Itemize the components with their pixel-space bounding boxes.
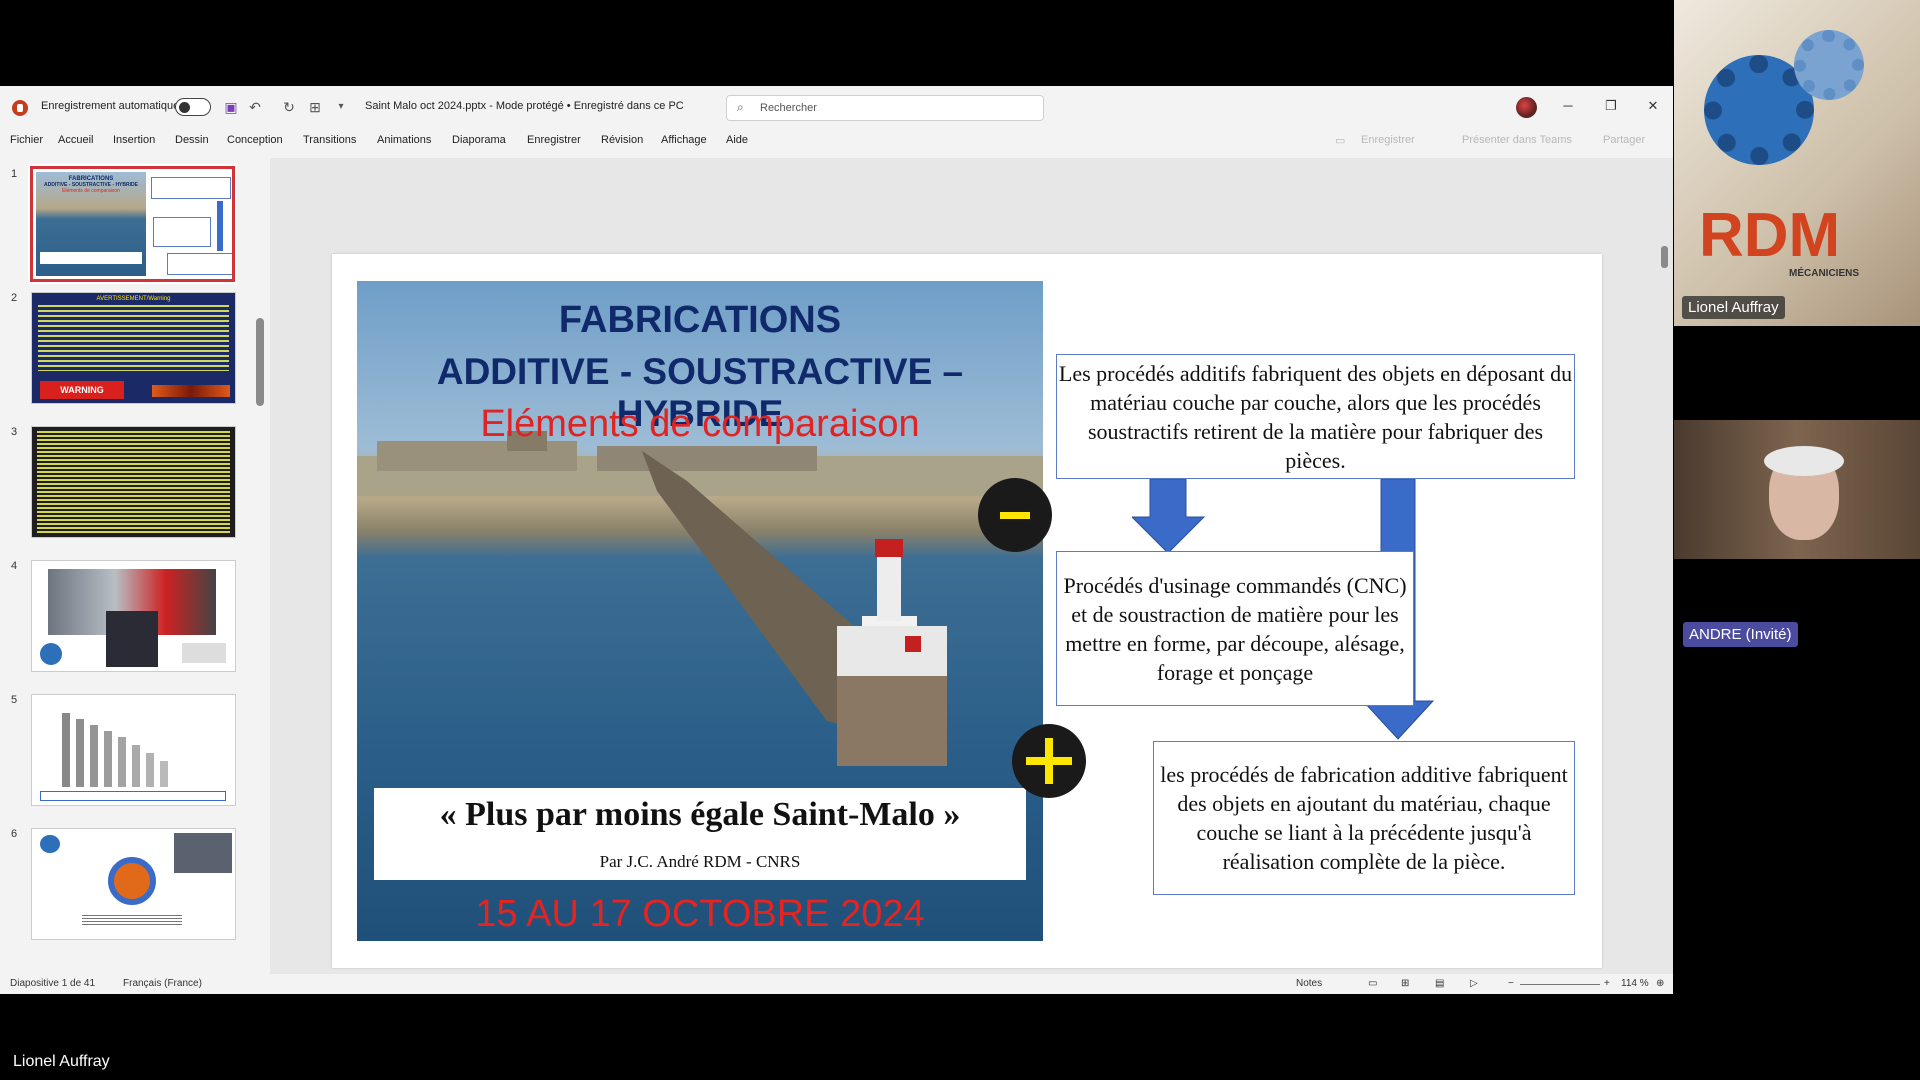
redo-icon[interactable]: ↻ <box>280 98 298 116</box>
guest-name-badge: ANDRE (Invité) <box>1683 622 1798 647</box>
powerpoint-logo-icon <box>12 100 28 116</box>
slide-editor-canvas: FABRICATIONS ADDITIVE - SOUSTRACTIVE – H… <box>270 158 1673 984</box>
tab-animations[interactable]: Animations <box>377 134 431 146</box>
document-title: Saint Malo oct 2024.pptx - Mode protégé … <box>365 100 684 112</box>
text-box-top: Les procédés additifs fabriquent des obj… <box>1056 354 1575 479</box>
presenter-name: Lionel Auffray <box>13 1053 110 1070</box>
slide-quote: « Plus par moins égale Saint-Malo » <box>439 796 961 833</box>
warning-badge: WARNING <box>40 381 124 399</box>
rdm-logo-subtext: MÉCANICIENS <box>1789 268 1860 279</box>
search-placeholder: Rechercher <box>760 102 817 114</box>
user-avatar[interactable] <box>1516 97 1537 118</box>
title-bar: Enregistrement automatique ▣ ↶ ↻ ⊞ ▾ Sai… <box>0 86 1673 128</box>
minus-icon <box>978 478 1052 552</box>
present-icon[interactable]: ⊞ <box>306 98 324 116</box>
thumbnail-slide-4[interactable] <box>31 560 236 672</box>
participant-video-1: RDM MÉCANICIENS Lionel Auffray <box>1674 0 1920 326</box>
gear-icon <box>1794 30 1864 100</box>
thumbnail-slide-5[interactable] <box>31 694 236 806</box>
reading-view-icon[interactable]: ▤ <box>1435 978 1444 989</box>
zoom-slider[interactable] <box>1520 984 1600 985</box>
slide-subtitle: Eléments de comparaison <box>480 403 920 445</box>
status-bar: Diapositive 1 de 41 Français (France) No… <box>0 974 1673 994</box>
close-icon[interactable]: ✕ <box>1643 96 1663 116</box>
tab-diaporama[interactable]: Diaporama <box>452 134 506 146</box>
customize-toolbar-icon[interactable]: ▾ <box>332 98 350 116</box>
restore-icon[interactable]: ❐ <box>1601 96 1621 116</box>
zoom-level[interactable]: 114 % <box>1621 978 1649 989</box>
thumb-number: 6 <box>11 828 18 840</box>
tab-fichier[interactable]: Fichier <box>10 134 43 146</box>
participant-video-2 <box>1674 420 1920 559</box>
share-button[interactable]: Partager <box>1603 134 1645 146</box>
autosave-toggle[interactable] <box>175 98 211 116</box>
present-teams-button[interactable]: Présenter dans Teams <box>1462 134 1572 146</box>
down-arrow-short-icon <box>1132 479 1206 554</box>
slideshow-icon[interactable]: ▷ <box>1470 978 1478 989</box>
zoom-out-icon[interactable]: − <box>1508 978 1514 989</box>
tab-insertion[interactable]: Insertion <box>113 134 155 146</box>
record-button[interactable]: Enregistrer <box>1361 134 1415 146</box>
tab-transitions[interactable]: Transitions <box>303 134 356 146</box>
slide[interactable]: FABRICATIONS ADDITIVE - SOUSTRACTIVE – H… <box>332 254 1602 968</box>
editor-scrollbar[interactable] <box>1661 246 1668 268</box>
saint-malo-photo: FABRICATIONS ADDITIVE - SOUSTRACTIVE – H… <box>357 281 1043 941</box>
slide-thumbnails-pane: 1 FABRICATIONS ADDITIVE - SOUSTRACTIVE -… <box>0 158 268 974</box>
thumbnail-slide-6[interactable] <box>31 828 236 940</box>
language-indicator[interactable]: Français (France) <box>123 978 202 989</box>
thumbnail-slide-2[interactable]: AVERTISSEMENT/Warning WARNING <box>31 292 236 404</box>
search-box[interactable]: ⌕ Rechercher <box>726 95 1044 121</box>
tab-accueil[interactable]: Accueil <box>58 134 93 146</box>
zoom-in-icon[interactable]: + <box>1604 978 1610 989</box>
tab-revision[interactable]: Révision <box>601 134 643 146</box>
tab-enregistrer[interactable]: Enregistrer <box>527 134 581 146</box>
tab-conception[interactable]: Conception <box>227 134 283 146</box>
fit-slide-icon[interactable]: ⊕ <box>1656 978 1664 989</box>
tab-dessin[interactable]: Dessin <box>175 134 209 146</box>
tab-affichage[interactable]: Affichage <box>661 134 707 146</box>
sorter-view-icon[interactable]: ⊞ <box>1401 978 1409 989</box>
comments-icon[interactable]: ▭ <box>1335 134 1345 147</box>
minimize-icon[interactable]: ─ <box>1558 96 1578 116</box>
thumb-number: 2 <box>11 292 18 304</box>
thumb-number: 4 <box>11 560 18 572</box>
thumb-title: AVERTISSEMENT/Warning <box>96 296 171 302</box>
plus-icon <box>1012 724 1086 798</box>
ribbon-tabs: Fichier Accueil Insertion Dessin Concept… <box>0 128 1673 154</box>
thumb-number: 3 <box>11 426 18 438</box>
undo-icon[interactable]: ↶ <box>246 98 264 116</box>
thumbnail-slide-1[interactable]: FABRICATIONS ADDITIVE - SOUSTRACTIVE - H… <box>28 164 237 284</box>
thumb-subtitle-2: Eléments de comparaison <box>62 188 120 194</box>
slide-counter: Diapositive 1 de 41 <box>10 978 96 989</box>
rdm-logo-text: RDM <box>1699 201 1841 270</box>
thumb-number: 5 <box>11 694 18 706</box>
slide-author: Par J.C. André RDM - CNRS <box>599 852 801 871</box>
text-box-bottom: les procédés de fabrication additive fab… <box>1153 741 1575 895</box>
slide-title-line1: FABRICATIONS <box>558 299 842 341</box>
thumb-number: 1 <box>11 168 18 180</box>
notes-button[interactable]: Notes <box>1296 978 1322 989</box>
autosave-label: Enregistrement automatique <box>41 100 180 112</box>
quote-box: « Plus par moins égale Saint-Malo » Par … <box>374 788 1026 880</box>
thumbnail-slide-3[interactable] <box>31 426 236 538</box>
participant-name-label: Lionel Auffray <box>1682 296 1785 319</box>
tab-aide[interactable]: Aide <box>726 134 748 146</box>
save-icon[interactable]: ▣ <box>222 98 240 116</box>
powerpoint-window: Enregistrement automatique ▣ ↶ ↻ ⊞ ▾ Sai… <box>0 86 1673 994</box>
text-box-middle: Procédés d'usinage commandés (CNC) et de… <box>1056 551 1414 706</box>
slide-dates: 15 AU 17 OCTOBRE 2024 <box>475 893 925 935</box>
normal-view-icon[interactable]: ▭ <box>1368 978 1377 989</box>
thumbnails-scrollbar[interactable] <box>256 318 264 406</box>
search-icon: ⌕ <box>737 100 744 114</box>
